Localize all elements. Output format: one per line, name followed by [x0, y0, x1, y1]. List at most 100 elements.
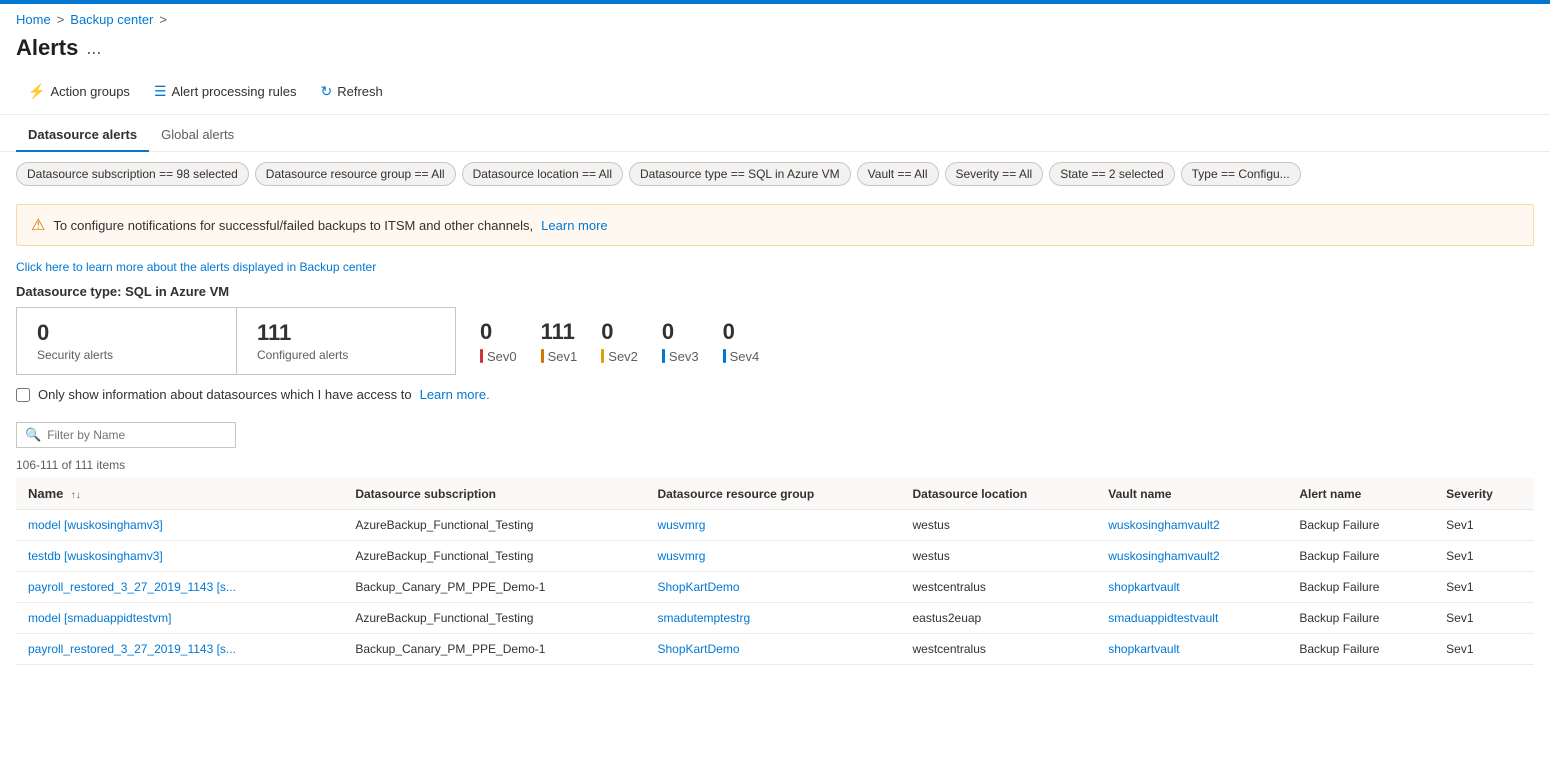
cell-subscription-0: AzureBackup_Functional_Testing [343, 510, 645, 541]
cell-subscription-3: AzureBackup_Functional_Testing [343, 603, 645, 634]
sev-stat-sev3: 0 Sev3 [662, 319, 699, 364]
cell-name-4[interactable]: payroll_restored_3_27_2019_1143 [s... [16, 634, 343, 665]
cell-resource-group-1[interactable]: wusvmrg [645, 541, 900, 572]
stats-row: 0 Security alerts 111 Configured alerts … [0, 307, 1550, 375]
configured-count: 111 [257, 320, 435, 346]
sev-bar-2 [601, 349, 604, 363]
sev-stats: 0 Sev0 111 Sev1 0 Sev2 0 Sev3 0 Sev4 [456, 307, 783, 375]
col-alert-name: Alert name [1287, 478, 1434, 510]
sev-count-3: 0 [662, 319, 674, 345]
warning-icon: ⚠ [31, 215, 45, 235]
table-row[interactable]: payroll_restored_3_27_2019_1143 [s... Ba… [16, 634, 1534, 665]
sev-count-4: 0 [723, 319, 735, 345]
sev-bar-4 [723, 349, 726, 363]
cell-name-3[interactable]: model [smaduappidtestvm] [16, 603, 343, 634]
sev-label-row-2: Sev2 [601, 349, 638, 364]
more-options-icon[interactable]: ... [86, 38, 101, 59]
filter-type[interactable]: Type == Configu... [1181, 162, 1301, 186]
filter-vault[interactable]: Vault == All [857, 162, 939, 186]
cell-resource-group-4[interactable]: ShopKartDemo [645, 634, 900, 665]
refresh-icon: ↻ [321, 83, 333, 100]
table-header-row: Name ↑↓ Datasource subscription Datasour… [16, 478, 1534, 510]
cell-name-1[interactable]: testdb [wuskosinghamv3] [16, 541, 343, 572]
warning-bar: ⚠ To configure notifications for success… [16, 204, 1534, 246]
sev-stat-sev4: 0 Sev4 [723, 319, 760, 364]
filter-by-name-input[interactable] [47, 428, 227, 442]
cell-resource-group-0[interactable]: wusvmrg [645, 510, 900, 541]
filter-search-icon: 🔍 [25, 427, 41, 443]
alert-processing-rules-button[interactable]: ☰ Alert processing rules [142, 77, 309, 106]
page-title: Alerts [16, 35, 78, 61]
cell-resource-group-3[interactable]: smadutemptestrg [645, 603, 900, 634]
col-name: Name ↑↓ [16, 478, 343, 510]
sev-label-4: Sev4 [730, 349, 760, 364]
col-subscription: Datasource subscription [343, 478, 645, 510]
info-link[interactable]: Click here to learn more about the alert… [0, 254, 1550, 280]
cell-vault-2[interactable]: shopkartvault [1096, 572, 1287, 603]
cell-vault-4[interactable]: shopkartvault [1096, 634, 1287, 665]
cell-vault-0[interactable]: wuskosinghamvault2 [1096, 510, 1287, 541]
datasource-type-label: Datasource type: SQL in Azure VM [0, 280, 1550, 307]
sev-bar-3 [662, 349, 665, 363]
col-severity: Severity [1434, 478, 1534, 510]
action-groups-icon: ⚡ [28, 83, 45, 100]
table-container: Name ↑↓ Datasource subscription Datasour… [0, 478, 1550, 665]
tab-datasource-alerts[interactable]: Datasource alerts [16, 119, 149, 152]
cell-vault-1[interactable]: wuskosinghamvault2 [1096, 541, 1287, 572]
sev-label-3: Sev3 [669, 349, 699, 364]
cell-severity-4: Sev1 [1434, 634, 1534, 665]
sev-label-row-3: Sev3 [662, 349, 699, 364]
action-groups-button[interactable]: ⚡ Action groups [16, 77, 142, 106]
tab-global-alerts[interactable]: Global alerts [149, 119, 246, 152]
filter-datasource-type[interactable]: Datasource type == SQL in Azure VM [629, 162, 851, 186]
breadcrumb-backup-center[interactable]: Backup center [70, 12, 153, 27]
refresh-label: Refresh [337, 84, 383, 99]
alert-processing-icon: ☰ [154, 83, 167, 100]
cell-alert-name-1: Backup Failure [1287, 541, 1434, 572]
col-location: Datasource location [901, 478, 1097, 510]
table-row[interactable]: model [smaduappidtestvm] AzureBackup_Fun… [16, 603, 1534, 634]
cell-vault-3[interactable]: smaduappidtestvault [1096, 603, 1287, 634]
breadcrumb-home[interactable]: Home [16, 12, 51, 27]
cell-location-1: westus [901, 541, 1097, 572]
table-row[interactable]: payroll_restored_3_27_2019_1143 [s... Ba… [16, 572, 1534, 603]
filter-subscription[interactable]: Datasource subscription == 98 selected [16, 162, 249, 186]
cell-name-0[interactable]: model [wuskosinghamv3] [16, 510, 343, 541]
warning-text: To configure notifications for successfu… [53, 218, 533, 233]
sev-count-0: 0 [480, 319, 492, 345]
alert-processing-label: Alert processing rules [172, 84, 297, 99]
action-groups-label: Action groups [50, 84, 130, 99]
cell-alert-name-4: Backup Failure [1287, 634, 1434, 665]
filter-state[interactable]: State == 2 selected [1049, 162, 1174, 186]
sev-label-0: Sev0 [487, 349, 517, 364]
configured-label: Configured alerts [257, 348, 435, 362]
sev-label-2: Sev2 [608, 349, 638, 364]
filter-resource-group[interactable]: Datasource resource group == All [255, 162, 456, 186]
cell-name-2[interactable]: payroll_restored_3_27_2019_1143 [s... [16, 572, 343, 603]
refresh-button[interactable]: ↻ Refresh [309, 77, 395, 106]
filter-location[interactable]: Datasource location == All [462, 162, 623, 186]
table-row[interactable]: model [wuskosinghamv3] AzureBackup_Funct… [16, 510, 1534, 541]
sev-bar-1 [541, 349, 544, 363]
items-count: 106-111 of 111 items [0, 452, 1550, 478]
cell-location-4: westcentralus [901, 634, 1097, 665]
warning-learn-more-link[interactable]: Learn more [541, 218, 607, 233]
checkbox-row: Only show information about datasources … [0, 375, 1550, 414]
filter-severity[interactable]: Severity == All [945, 162, 1044, 186]
checkbox-label: Only show information about datasources … [38, 387, 412, 402]
cell-resource-group-2[interactable]: ShopKartDemo [645, 572, 900, 603]
filters-row: Datasource subscription == 98 selected D… [0, 152, 1550, 196]
security-label: Security alerts [37, 348, 216, 362]
sev-label-1: Sev1 [548, 349, 578, 364]
cell-location-2: westcentralus [901, 572, 1097, 603]
cell-location-3: eastus2euap [901, 603, 1097, 634]
sev-label-row-1: Sev1 [541, 349, 578, 364]
sort-icon-name[interactable]: ↑↓ [71, 490, 81, 501]
breadcrumb: Home > Backup center > [0, 4, 1550, 31]
table-row[interactable]: testdb [wuskosinghamv3] AzureBackup_Func… [16, 541, 1534, 572]
access-checkbox[interactable] [16, 388, 30, 402]
cell-alert-name-3: Backup Failure [1287, 603, 1434, 634]
filter-input-row: 🔍 [0, 414, 1550, 452]
checkbox-learn-more-link[interactable]: Learn more. [420, 387, 490, 402]
cell-alert-name-2: Backup Failure [1287, 572, 1434, 603]
